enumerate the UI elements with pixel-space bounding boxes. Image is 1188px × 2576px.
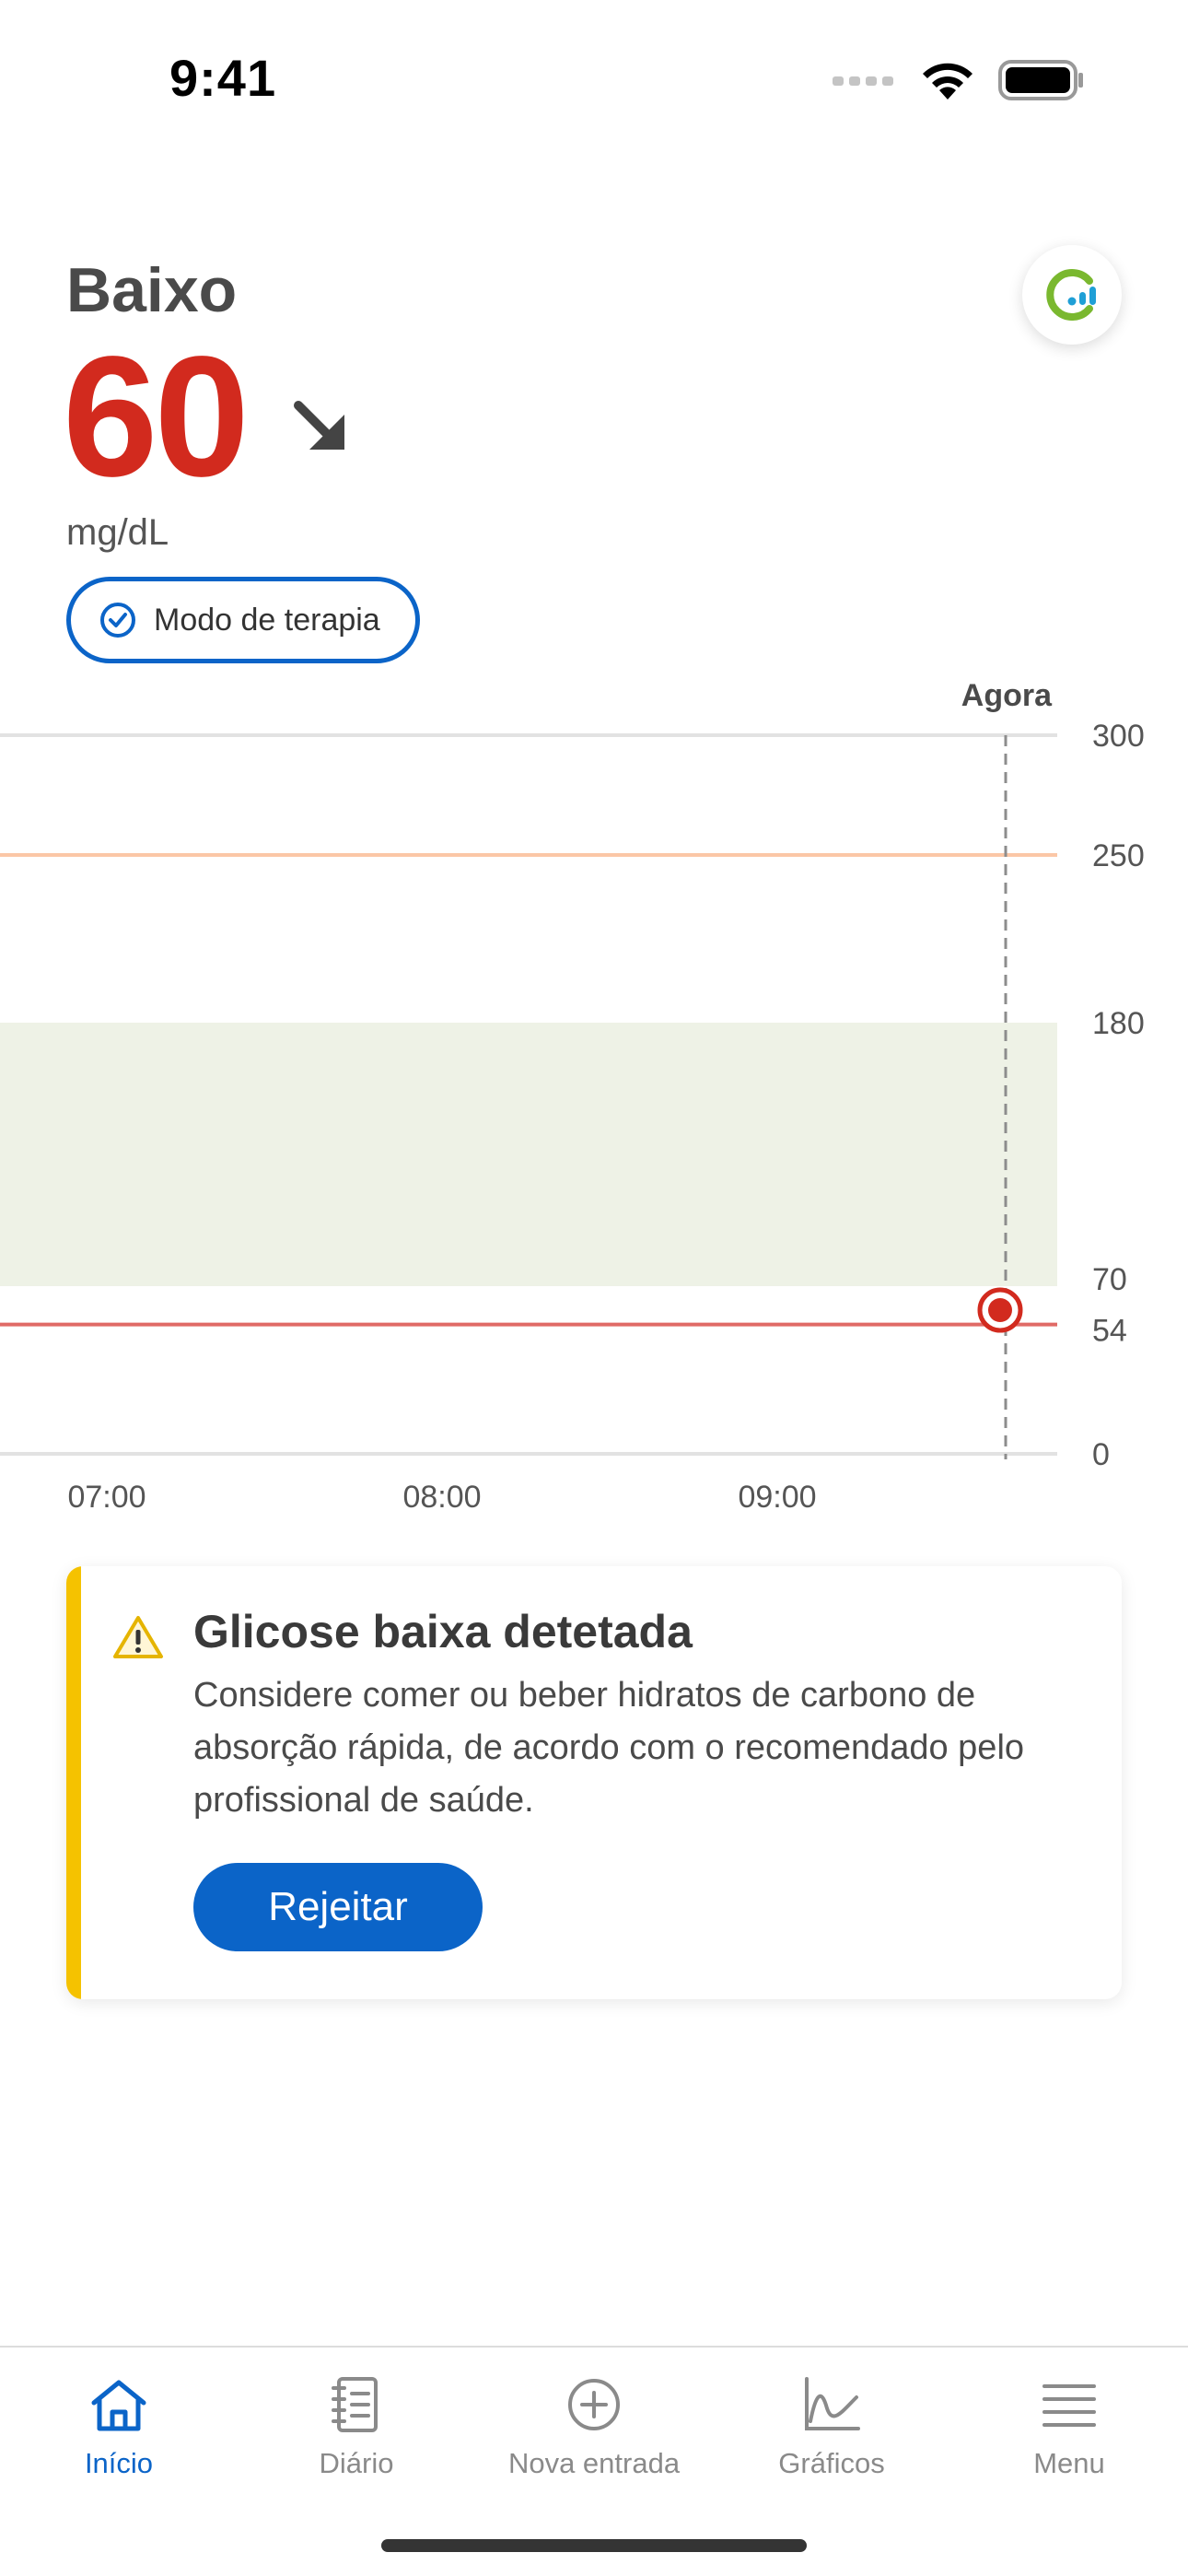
tab-diario[interactable]: Diário — [238, 2375, 475, 2480]
glucose-chart-canvas: Agora 300 250 180 70 54 0 07:00 08:00 09:00 — [0, 678, 1145, 1511]
now-label: Agora — [961, 678, 1053, 713]
tab-label-inicio: Início — [84, 2447, 154, 2479]
check-circle-icon — [100, 603, 135, 638]
arrow-down-right-icon — [294, 401, 344, 450]
journal-icon — [332, 2377, 378, 2432]
x-tick-label: 07:00 — [67, 1480, 146, 1511]
y-tick-label: 300 — [1092, 719, 1145, 754]
x-tick-label: 09:00 — [738, 1480, 816, 1511]
wifi-icon — [923, 63, 973, 100]
battery-icon — [998, 60, 1083, 100]
glucose-status-label: Baixo — [66, 255, 238, 325]
chart-icon — [805, 2377, 860, 2430]
menu-icon — [1042, 2384, 1096, 2427]
add-circle-icon — [568, 2379, 620, 2430]
therapy-mode-label: Modo de terapia — [154, 602, 380, 638]
low-glucose-alert-card: Glicose baixa detetada Considere comer o… — [66, 1566, 1122, 1999]
status-icons — [833, 57, 1085, 103]
y-tick-label: 180 — [1092, 1006, 1145, 1041]
glucose-value: 60 — [63, 322, 250, 512]
x-tick-label: 08:00 — [402, 1480, 481, 1511]
status-time: 9:41 — [169, 49, 277, 107]
tab-graficos[interactable]: Gráficos — [713, 2375, 950, 2480]
alert-accent-bar — [66, 1566, 81, 1999]
tab-menu[interactable]: Menu — [950, 2375, 1188, 2480]
status-bar: 9:41 — [0, 0, 1188, 157]
sensor-status-button[interactable] — [1022, 245, 1122, 345]
tab-inicio[interactable]: Início — [0, 2375, 238, 2480]
tab-label-diario: Diário — [319, 2447, 394, 2479]
home-icon — [91, 2380, 146, 2431]
target-range-band — [0, 1023, 1057, 1286]
glucose-chart: Agora 300 250 180 70 54 0 07:00 08:00 09:00 — [0, 663, 1188, 1511]
y-tick-label: 0 — [1092, 1437, 1110, 1472]
tab-nova-entrada[interactable]: Nova entrada — [475, 2375, 713, 2480]
alert-title: Glicose baixa detetada — [193, 1606, 693, 1657]
y-tick-label: 54 — [1092, 1314, 1127, 1349]
dismiss-button[interactable]: Rejeitar — [193, 1863, 483, 1951]
warning-icon — [113, 1616, 163, 1658]
cellular-signal-icon — [833, 76, 893, 86]
current-reading-point — [988, 1298, 1012, 1322]
glucose-unit: mg/dL — [66, 512, 169, 553]
sensor-logo-icon — [1046, 269, 1096, 321]
y-tick-label: 70 — [1092, 1262, 1127, 1297]
tab-label-menu: Menu — [1033, 2447, 1105, 2479]
alert-message: Considere comer ou beber hidratos de car… — [193, 1676, 1025, 1820]
tab-label-nova-entrada: Nova entrada — [507, 2447, 681, 2479]
home-indicator[interactable] — [381, 2539, 807, 2552]
tab-label-graficos: Gráficos — [778, 2447, 885, 2479]
y-tick-label: 250 — [1092, 838, 1145, 873]
therapy-mode-chip[interactable]: Modo de terapia — [66, 577, 420, 663]
